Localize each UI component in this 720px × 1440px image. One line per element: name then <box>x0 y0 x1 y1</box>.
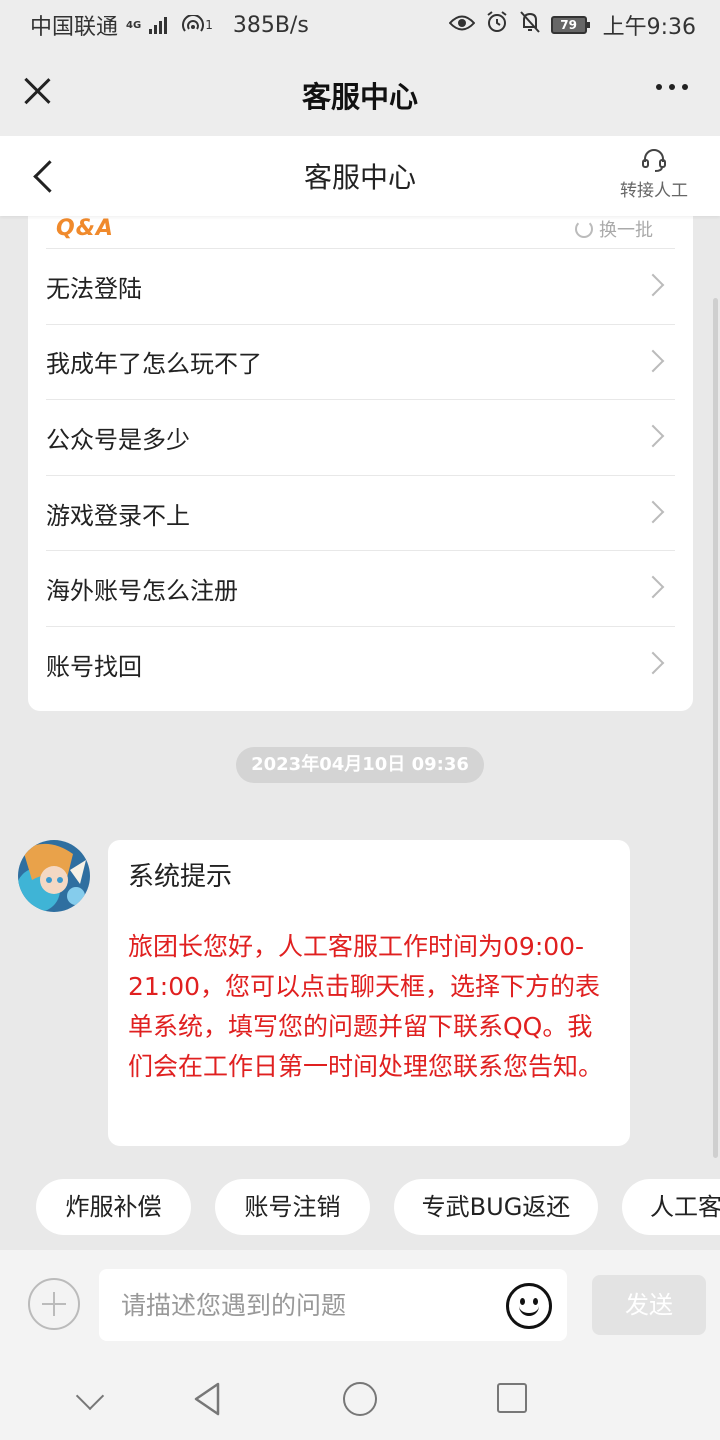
plus-icon[interactable] <box>28 1278 80 1330</box>
system-nav-bar <box>0 1358 720 1440</box>
app-title: 客服中心 <box>301 80 418 114</box>
network-label: 4G <box>126 19 142 31</box>
qa-item-label: 我成年了怎么玩不了 <box>46 350 262 379</box>
quick-reply-chip[interactable]: 人工客服 <box>622 1179 720 1235</box>
transfer-human-button[interactable]: 转接人工 <box>614 148 694 201</box>
headset-icon <box>641 148 667 172</box>
signal-icon <box>149 16 168 34</box>
qa-item-label: 无法登陆 <box>46 274 142 303</box>
qa-item-label: 海外账号怎么注册 <box>46 577 238 606</box>
hotspot-icon: 1 <box>181 15 213 35</box>
avatar[interactable] <box>18 840 90 912</box>
scrollbar[interactable] <box>713 298 718 1158</box>
qa-item[interactable]: 我成年了怎么玩不了 <box>46 325 675 401</box>
page-header: 客服中心 转接人工 <box>0 136 720 216</box>
qa-item-label: 账号找回 <box>46 653 142 682</box>
more-icon[interactable] <box>656 84 688 90</box>
nav-home-icon[interactable] <box>343 1382 377 1416</box>
refresh-button[interactable]: 换一批 <box>575 216 653 242</box>
mute-icon <box>519 10 541 40</box>
carrier-name: 中国联通 <box>30 15 119 40</box>
message-title: 系统提示 <box>128 862 233 892</box>
message-body: 旅团长您好，人工客服工作时间为09:00-21:00，您可以点击聊天框，选择下方… <box>128 932 604 1081</box>
qa-item[interactable]: 海外账号怎么注册 <box>46 551 675 627</box>
qa-item[interactable]: 账号找回 <box>46 627 675 703</box>
quick-reply-chip[interactable]: 账号注销 <box>215 1179 370 1235</box>
net-speed: 385B/s <box>232 12 309 38</box>
chevron-right-icon <box>641 500 665 524</box>
refresh-icon <box>575 220 593 238</box>
qa-card: Q&A 换一批 无法登陆 我成年了怎么玩不了 公众号是多少 游戏登录不上 海外账… <box>28 216 693 711</box>
qa-header: Q&A 换一批 <box>46 216 675 249</box>
input-bar: 发送 <box>0 1250 720 1358</box>
transfer-human-label: 转接人工 <box>620 181 688 201</box>
refresh-label: 换一批 <box>599 220 653 241</box>
chevron-right-icon <box>641 576 665 599</box>
quick-reply-chip[interactable]: 炸服补偿 <box>36 1179 191 1235</box>
chevron-right-icon <box>641 349 665 372</box>
eye-icon <box>448 13 475 38</box>
system-message: 系统提示 旅团长您好，人工客服工作时间为09:00-21:00，您可以点击聊天框… <box>108 840 630 1146</box>
page-title: 客服中心 <box>303 161 416 194</box>
app-top-bar: 客服中心 <box>0 50 720 136</box>
battery-icon: 79 <box>550 16 590 34</box>
chat-content[interactable]: Q&A 换一批 无法登陆 我成年了怎么玩不了 公众号是多少 游戏登录不上 海外账… <box>0 216 720 1250</box>
chevron-right-icon <box>641 273 665 297</box>
chevron-right-icon <box>641 424 665 448</box>
message-input[interactable] <box>99 1269 567 1341</box>
quick-reply-chip[interactable]: 专武BUG返还 <box>394 1179 598 1235</box>
nav-recent-apps-icon[interactable] <box>497 1383 527 1413</box>
send-button[interactable]: 发送 <box>592 1275 706 1335</box>
qa-item-label: 游戏登录不上 <box>46 501 190 530</box>
chat-timestamp: 2023年04月10日 09:36 <box>236 747 484 783</box>
quick-replies: 炸服补偿 账号注销 专武BUG返还 人工客服 <box>0 1179 720 1235</box>
chevron-down-icon[interactable] <box>75 1381 105 1411</box>
qa-item[interactable]: 无法登陆 <box>46 249 675 325</box>
clock: 上午9:36 <box>602 15 696 40</box>
emoji-icon[interactable] <box>506 1283 552 1329</box>
alarm-icon <box>485 10 509 40</box>
qa-logo: Q&A <box>56 216 114 241</box>
qa-item[interactable]: 公众号是多少 <box>46 400 675 476</box>
hotspot-count: 1 <box>205 18 213 32</box>
nav-back-icon[interactable] <box>192 1382 222 1420</box>
qa-item-label: 公众号是多少 <box>46 425 190 454</box>
status-bar: 中国联通 4G 1 385B/s 79 上午9:36 <box>0 0 720 50</box>
qa-item[interactable]: 游戏登录不上 <box>46 476 675 552</box>
chevron-right-icon <box>641 651 665 675</box>
